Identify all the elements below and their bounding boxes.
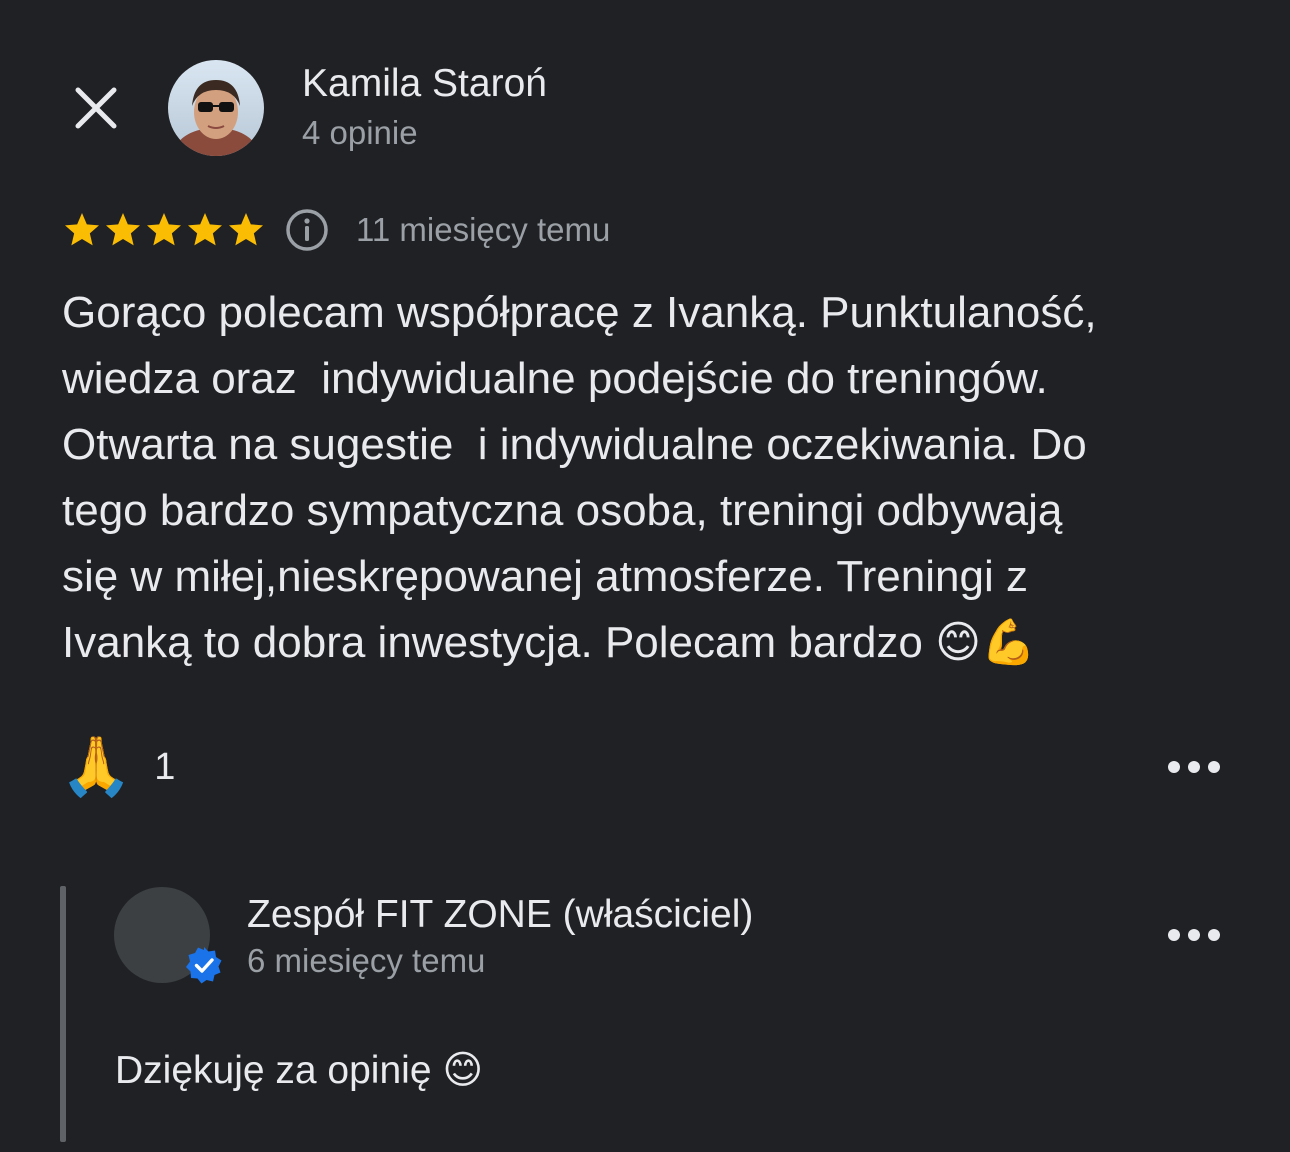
more-dot [1208, 761, 1220, 773]
star-icon [106, 213, 140, 246]
author-avatar[interactable] [168, 60, 264, 156]
star-icon [65, 213, 99, 246]
reaction-count: 1 [154, 745, 176, 788]
review-text: Gorąco polecam współpracę z Ivanką. Punk… [62, 288, 1097, 667]
info-icon[interactable] [284, 207, 330, 253]
review-date: 11 miesięcy temu [356, 211, 611, 248]
profile-photo [168, 60, 264, 156]
owner-name: Zespół FIT ZONE (właściciel) [247, 893, 754, 936]
owner-reply-text: Dziękuję za opinię 😊 [115, 1049, 484, 1092]
review-more-button[interactable] [1168, 747, 1220, 787]
star-icon [147, 213, 181, 246]
star-icon [188, 213, 222, 246]
close-icon [75, 87, 117, 129]
rating-row: 11 miesięcy temu [62, 206, 610, 254]
star-icon [229, 213, 263, 246]
close-button[interactable] [72, 84, 120, 132]
reply-divider-bar [60, 886, 66, 1142]
review-detail-screen: Kamila Staroń 4 opinie 11 miesięcy temu … [0, 0, 1290, 1152]
star-rating [62, 210, 266, 250]
more-dot [1188, 761, 1200, 773]
reaction-emoji: 🙏 [60, 734, 133, 799]
reaction-button[interactable]: 🙏 1 [60, 730, 175, 804]
reply-more-button[interactable] [1168, 915, 1220, 955]
verified-badge-icon [186, 947, 222, 984]
more-horizontal-icon [1168, 761, 1180, 773]
more-dot [1208, 929, 1220, 941]
author-review-count[interactable]: 4 opinie [302, 114, 418, 152]
owner-reply-date: 6 miesięcy temu [247, 942, 486, 979]
more-horizontal-icon [1168, 929, 1180, 941]
author-name[interactable]: Kamila Staroń [302, 62, 547, 106]
more-dot [1188, 929, 1200, 941]
